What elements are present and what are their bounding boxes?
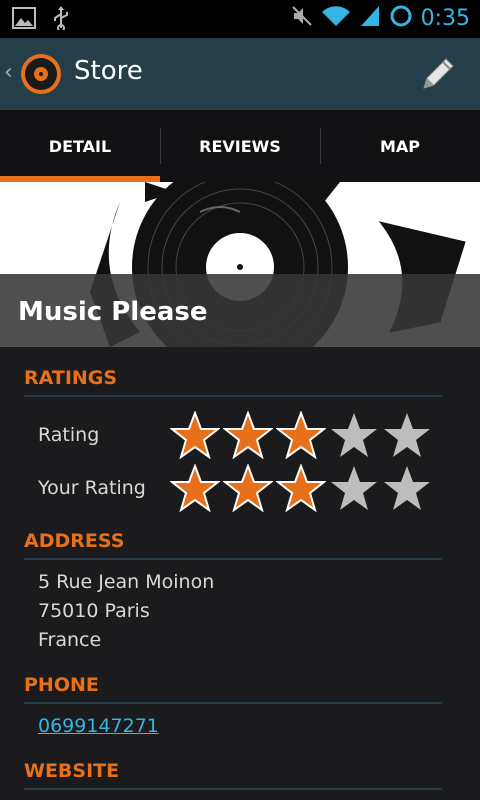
phone-link[interactable]: 0699147271: [38, 715, 159, 737]
section-divider: [24, 702, 442, 704]
address-line: France: [38, 629, 102, 651]
detail-content: RATINGS Rating Your Rating ADDRESS 5 Rue…: [0, 347, 480, 800]
address-heading: ADDRESS: [24, 530, 442, 560]
page-title: Store: [74, 56, 143, 86]
phone-heading: PHONE: [24, 674, 442, 704]
star-filled-icon[interactable]: [276, 464, 326, 512]
image-icon: [12, 7, 36, 33]
section-divider: [24, 395, 442, 397]
star-empty-icon[interactable]: [382, 464, 432, 512]
store-name: Music Please: [18, 297, 208, 327]
rating-label: Rating: [38, 424, 100, 446]
usb-icon: [52, 6, 70, 34]
tab-bar: DETAIL REVIEWS MAP: [0, 110, 480, 182]
signal-icon: [359, 4, 381, 32]
rating-stars: [170, 411, 432, 459]
address-line: 75010 Paris: [38, 600, 150, 622]
your-rating-row[interactable]: Your Rating: [38, 464, 438, 512]
star-empty-icon: [382, 411, 432, 459]
star-filled-icon: [170, 411, 220, 459]
tab-map[interactable]: MAP: [320, 110, 480, 182]
vinyl-logo-icon[interactable]: [20, 53, 62, 95]
tab-detail[interactable]: DETAIL: [0, 110, 160, 182]
star-filled-icon[interactable]: [170, 464, 220, 512]
star-empty-icon[interactable]: [329, 464, 379, 512]
ratings-heading: RATINGS: [24, 367, 442, 397]
clock: 0:35: [420, 5, 470, 31]
sync-icon: [389, 4, 413, 32]
wifi-icon: [321, 4, 351, 32]
section-divider: [24, 788, 442, 790]
address-line: 5 Rue Jean Moinon: [38, 571, 215, 593]
pencil-edit-icon[interactable]: [418, 54, 458, 94]
tab-reviews[interactable]: REVIEWS: [160, 110, 320, 182]
star-empty-icon: [329, 411, 379, 459]
star-filled-icon: [276, 411, 326, 459]
store-hero-image: Music Please: [0, 182, 480, 347]
website-heading: WEBSITE: [24, 760, 442, 790]
mute-icon: [291, 4, 313, 32]
back-chevron-icon[interactable]: ‹: [4, 60, 13, 85]
status-bar: 0:35: [0, 0, 480, 38]
rating-row: Rating: [38, 411, 438, 459]
action-bar: ‹ Store: [0, 38, 480, 110]
star-filled-icon[interactable]: [223, 464, 273, 512]
star-filled-icon: [223, 411, 273, 459]
your-rating-label: Your Rating: [38, 477, 146, 499]
your-rating-stars[interactable]: [170, 464, 432, 512]
section-divider: [24, 558, 442, 560]
